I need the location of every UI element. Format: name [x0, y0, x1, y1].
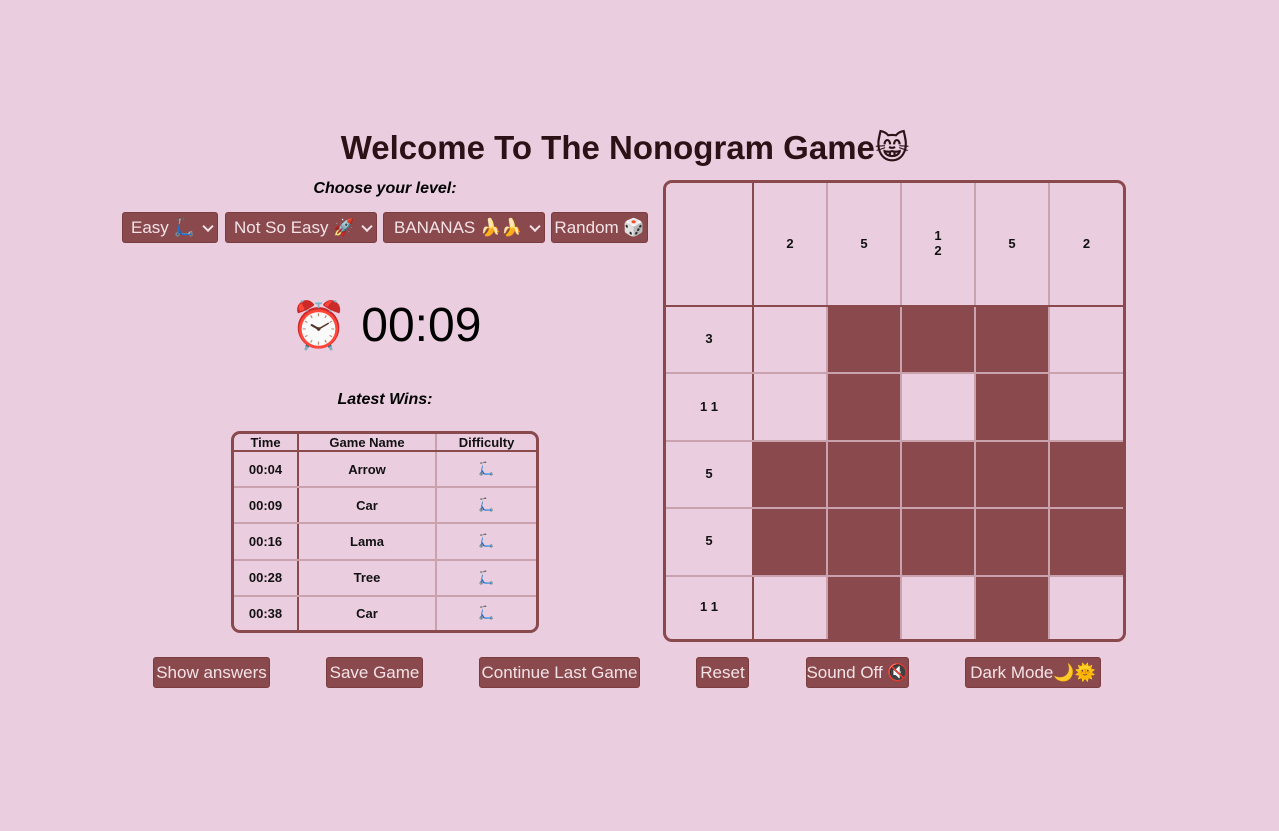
row-clue: 5 [666, 439, 754, 510]
board-row: 1 1 [666, 574, 1123, 639]
bananas-level-select-value: BANANAS 🍌🍌 [394, 217, 523, 237]
grid-cell[interactable] [1048, 507, 1123, 577]
grid-cell[interactable] [752, 439, 828, 510]
table-row: 00:28 Tree 🛴 [234, 558, 536, 597]
grid-cell[interactable] [900, 372, 976, 442]
chevron-down-icon [202, 220, 214, 232]
scooter-icon: 🛴 [435, 558, 536, 597]
scooter-icon: 🛴 [435, 486, 536, 525]
win-time: 00:04 [234, 449, 299, 489]
column-clue: 5 [974, 183, 1050, 307]
win-time: 00:16 [234, 522, 299, 561]
not-so-easy-level-select[interactable]: Not So Easy 🚀 [225, 212, 377, 243]
grid-cell[interactable] [826, 439, 902, 510]
grid-cell[interactable] [974, 304, 1050, 375]
win-time: 00:28 [234, 558, 299, 597]
table-header-row: Time Game Name Difficulty [234, 434, 536, 452]
grid-cell[interactable] [900, 507, 976, 577]
table-row: 00:04 Arrow 🛴 [234, 449, 536, 489]
grid-cell[interactable] [826, 304, 902, 375]
easy-level-select-value: Easy 🛴 [131, 217, 195, 237]
win-game-name: Lama [297, 522, 437, 561]
table-row: 00:38 Car 🛴 [234, 594, 536, 630]
board-row: 3 [666, 304, 1123, 375]
grid-cell[interactable] [1048, 304, 1123, 375]
column-clue: 2 [1048, 183, 1123, 307]
board-row: 5 [666, 507, 1123, 577]
dark-mode-button[interactable]: Dark Mode🌙🌞 [965, 657, 1101, 688]
win-game-name: Car [297, 486, 437, 525]
grid-cell[interactable] [1048, 574, 1123, 639]
scooter-icon: 🛴 [435, 522, 536, 561]
grid-cell[interactable] [900, 574, 976, 639]
grid-cell[interactable] [752, 304, 828, 375]
grid-cell[interactable] [1048, 372, 1123, 442]
grid-cell[interactable] [1048, 439, 1123, 510]
grid-cell[interactable] [900, 439, 976, 510]
easy-level-select[interactable]: Easy 🛴 [122, 212, 218, 243]
board-row: 1 1 [666, 372, 1123, 442]
show-answers-button[interactable]: Show answers [153, 657, 270, 688]
win-time: 00:38 [234, 594, 299, 630]
choose-level-label: Choose your level: [313, 180, 457, 197]
grid-cell[interactable] [826, 372, 902, 442]
grid-cell[interactable] [900, 304, 976, 375]
board-row: 5 [666, 439, 1123, 510]
column-clues-row: 2 5 12 5 2 [666, 183, 1123, 307]
table-row: 00:16 Lama 🛴 [234, 522, 536, 561]
scooter-icon: 🛴 [435, 449, 536, 489]
win-time: 00:09 [234, 486, 299, 525]
latest-wins-table: Time Game Name Difficulty 00:04 Arrow 🛴 … [231, 431, 539, 633]
column-header-difficulty: Difficulty [435, 434, 536, 452]
scooter-icon: 🛴 [435, 594, 536, 630]
nonogram-board: 2 5 12 5 2 3 1 1 5 5 1 1 [663, 180, 1126, 642]
row-clue: 5 [666, 507, 754, 577]
win-game-name: Arrow [297, 449, 437, 489]
alarm-clock-icon: ⏰ [290, 299, 348, 351]
column-clue: 5 [826, 183, 902, 307]
grid-cell[interactable] [752, 574, 828, 639]
grid-cell[interactable] [826, 507, 902, 577]
timer-value: 00:09 [361, 298, 482, 352]
win-game-name: Tree [297, 558, 437, 597]
row-clue: 1 1 [666, 372, 754, 442]
row-clue: 1 1 [666, 574, 754, 639]
reset-button[interactable]: Reset [696, 657, 749, 688]
not-so-easy-level-select-value: Not So Easy 🚀 [234, 217, 355, 237]
continue-last-game-button[interactable]: Continue Last Game [479, 657, 640, 688]
bananas-level-select[interactable]: BANANAS 🍌🍌 [383, 212, 545, 243]
chevron-down-icon [361, 220, 373, 232]
grid-cell[interactable] [826, 574, 902, 639]
grid-cell[interactable] [752, 507, 828, 577]
column-clue: 12 [900, 183, 976, 307]
grid-cell[interactable] [974, 574, 1050, 639]
grid-cell[interactable] [974, 372, 1050, 442]
row-clue: 3 [666, 304, 754, 375]
table-row: 00:09 Car 🛴 [234, 486, 536, 525]
column-header-time: Time [234, 434, 299, 452]
grid-cell[interactable] [752, 372, 828, 442]
column-clue: 2 [752, 183, 828, 307]
random-level-button[interactable]: Random 🎲 [551, 212, 648, 243]
page-title: Welcome To The Nonogram Game😸 [340, 129, 910, 166]
win-game-name: Car [297, 594, 437, 630]
chevron-down-icon [529, 220, 541, 232]
clue-corner [666, 183, 754, 307]
sound-toggle-button[interactable]: Sound Off 🔇 [806, 657, 909, 688]
grid-cell[interactable] [974, 507, 1050, 577]
grid-cell[interactable] [974, 439, 1050, 510]
column-header-game-name: Game Name [297, 434, 437, 452]
game-timer: ⏰ 00:09 [290, 294, 481, 356]
save-game-button[interactable]: Save Game [326, 657, 423, 688]
latest-wins-label: Latest Wins: [337, 391, 433, 408]
